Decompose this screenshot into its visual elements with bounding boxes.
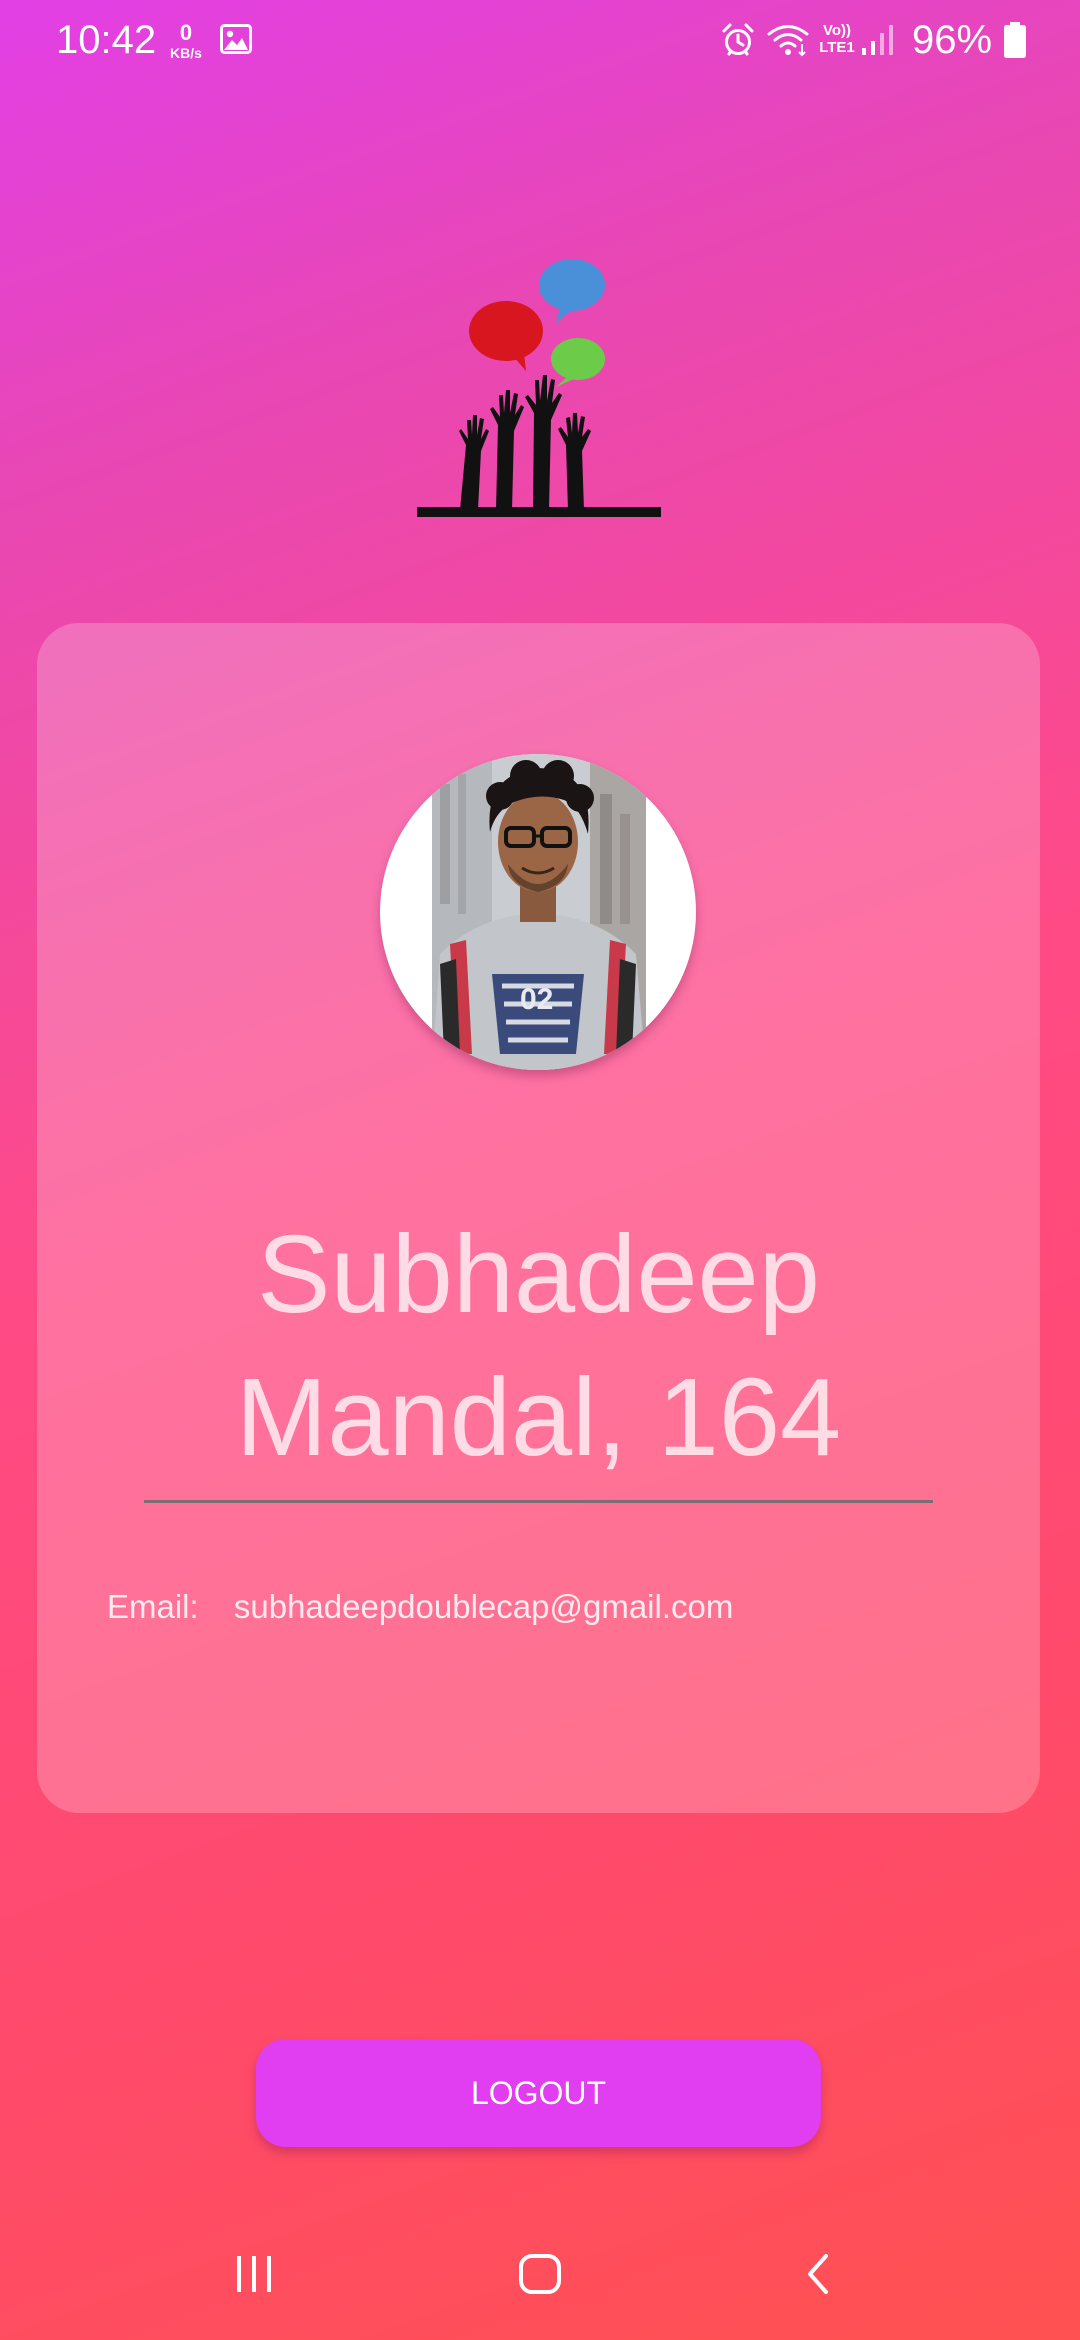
wifi-icon	[767, 25, 809, 57]
raised-hands-icon	[417, 375, 661, 517]
speech-bubbles-icon	[469, 259, 605, 387]
profile-name-line2: Mandal, 164	[235, 1356, 842, 1479]
name-divider	[144, 1500, 933, 1503]
battery-percent: 96%	[912, 18, 993, 62]
app-logo	[417, 259, 661, 517]
alarm-icon	[722, 23, 754, 56]
email-row: Email: subhadeepdoublecap@gmail.com	[107, 1588, 733, 1626]
status-bar: 10:42 0 KB/s Vo)) LTE1 96%	[0, 0, 1080, 84]
volte-line1: Vo))	[822, 22, 852, 39]
volte-line2: LTE1	[819, 39, 855, 56]
profile-name-line1: Subhadeep	[257, 1213, 820, 1336]
net-speed-unit: KB/s	[170, 45, 202, 61]
profile-photo: 02	[432, 754, 646, 1070]
logout-button[interactable]: LOGOUT	[256, 2039, 821, 2147]
gallery-icon	[220, 24, 252, 54]
volte-badge: Vo)) LTE1	[816, 22, 858, 56]
back-icon[interactable]	[800, 2250, 840, 2300]
net-speed-indicator: 0 KB/s	[166, 20, 206, 61]
avatar[interactable]: 02	[380, 754, 696, 1070]
profile-card: 02 Subhadeep Mandal, 164 Email: subhadee…	[37, 623, 1040, 1813]
status-time: 10:42	[56, 18, 157, 62]
navigation-bar	[0, 2220, 1080, 2340]
svg-text:02: 02	[520, 983, 553, 1016]
recent-apps-icon[interactable]	[232, 2250, 276, 2300]
email-value: subhadeepdoublecap@gmail.com	[233, 1588, 734, 1625]
signal-icon	[862, 25, 893, 55]
email-label: Email:	[107, 1588, 199, 1625]
battery-icon	[1004, 22, 1026, 58]
net-speed-value: 0	[179, 20, 193, 45]
home-icon[interactable]	[512, 2250, 568, 2300]
